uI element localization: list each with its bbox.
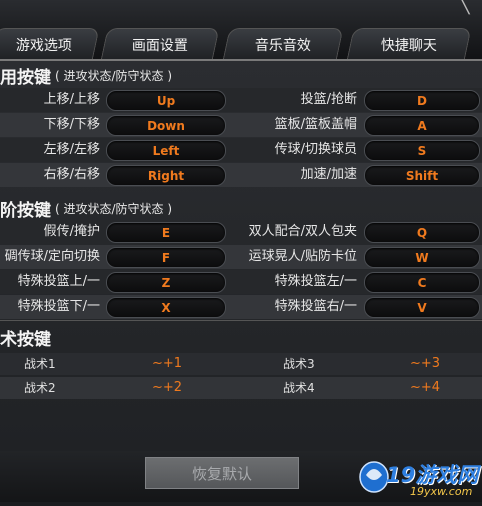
- tactic-right-key[interactable]: ~+3: [410, 353, 440, 375]
- left-action-label: 上移/上移: [43, 92, 100, 107]
- left-action-label: 特殊投篮下/一: [17, 299, 100, 314]
- left-key-binding-button[interactable]: Up: [106, 90, 226, 111]
- tactic-left-label: 战术2: [24, 381, 56, 395]
- right-action-label: 篮板/篮板盖帽: [274, 117, 357, 132]
- section-tactics-heading: 术按键: [0, 329, 51, 350]
- left-action-label: 特殊投篮上/一: [17, 274, 100, 289]
- tactic-right-label: 战术3: [283, 357, 315, 371]
- tab-graphics-label: 画面设置: [131, 38, 188, 54]
- right-key-binding-button[interactable]: Shift: [364, 165, 480, 186]
- tab-music-sound[interactable]: 音乐音效: [222, 28, 344, 61]
- left-key-binding-button[interactable]: Right: [106, 165, 226, 186]
- keybind-row: 特殊投篮上/一 Z 特殊投篮左/一 C: [0, 270, 482, 294]
- right-action-label: 运球晃人/贴防卡位: [248, 249, 357, 264]
- left-key-binding-button[interactable]: X: [106, 297, 226, 318]
- tactic-right-key[interactable]: ~+4: [410, 377, 440, 399]
- section-divider: [0, 320, 482, 321]
- section-common-heading: 用按键: [0, 67, 51, 88]
- right-key-binding-button[interactable]: A: [364, 115, 480, 136]
- section-common-subtitle: ( 进攻状态/防守状态 ): [55, 68, 173, 83]
- section-title-advanced: 阶按键 ( 进攻状态/防守状态 ): [0, 196, 173, 221]
- tab-music-label: 音乐音效: [254, 38, 311, 54]
- left-key-binding-button[interactable]: E: [106, 222, 226, 243]
- right-action-label: 特殊投篮左/一: [274, 274, 357, 289]
- keybind-row: 下移/下移 Down 篮板/篮板盖帽 A: [0, 113, 482, 137]
- tab-graphics-settings[interactable]: 画面设置: [100, 28, 220, 61]
- left-key-binding-button[interactable]: Left: [106, 140, 226, 161]
- watermark-domain: 19yxw.com: [410, 485, 473, 498]
- tab-game-options-label: 游戏选项: [15, 38, 72, 54]
- left-key-binding-button[interactable]: Down: [106, 115, 226, 136]
- close-icon[interactable]: ╲: [452, 0, 476, 15]
- left-key-binding-button[interactable]: F: [106, 247, 226, 268]
- right-action-label: 投篮/抢断: [300, 92, 357, 107]
- section-title-tactics: 术按键: [0, 325, 51, 350]
- right-action-label: 加速/加速: [300, 167, 357, 182]
- left-key-binding-button[interactable]: Z: [106, 272, 226, 293]
- right-key-binding-button[interactable]: Q: [364, 222, 480, 243]
- left-action-label: 碉传球/定向切换: [4, 249, 100, 264]
- section-advanced-subtitle: ( 进攻状态/防守状态 ): [55, 201, 173, 216]
- tactic-left-key[interactable]: ~+1: [152, 353, 182, 375]
- right-key-binding-button[interactable]: S: [364, 140, 480, 161]
- tactic-right-label: 战术4: [283, 381, 315, 395]
- left-action-label: 下移/下移: [43, 117, 100, 132]
- right-key-binding-button[interactable]: C: [364, 272, 480, 293]
- tactic-row: 战术2 ~+2 战术4 ~+4: [0, 377, 482, 399]
- watermark-logo: 19游戏网 19yxw.com: [358, 455, 482, 502]
- right-action-label: 特殊投篮右/一: [274, 299, 357, 314]
- restore-defaults-label: 恢复默认: [191, 464, 252, 483]
- keybind-row: 特殊投篮下/一 X 特殊投篮右/一 V: [0, 295, 482, 319]
- right-action-label: 双人配合/双人包夹: [248, 224, 357, 239]
- keybind-row: 左移/左移 Left 传球/切换球员 S: [0, 138, 482, 162]
- right-key-binding-button[interactable]: D: [364, 90, 480, 111]
- right-key-binding-button[interactable]: V: [364, 297, 480, 318]
- section-advanced-heading: 阶按键: [0, 200, 51, 221]
- restore-defaults-button[interactable]: 恢复默认: [145, 457, 299, 489]
- keybind-row: 碉传球/定向切换 F 运球晃人/贴防卡位 W: [0, 245, 482, 269]
- left-action-label: 假传/掩护: [43, 224, 100, 239]
- right-action-label: 传球/切换球员: [274, 142, 357, 157]
- tactic-left-key[interactable]: ~+2: [152, 377, 182, 399]
- keybind-row: 上移/上移 Up 投篮/抢断 D: [0, 88, 482, 112]
- left-action-label: 右移/右移: [43, 167, 100, 182]
- right-key-binding-button[interactable]: W: [364, 247, 480, 268]
- tab-chat-label: 快捷聊天: [380, 38, 437, 54]
- tab-quick-chat[interactable]: 快捷聊天: [346, 28, 472, 61]
- tab-game-options[interactable]: 游戏选项: [0, 28, 100, 61]
- tactic-row: 战术1 ~+1 战术3 ~+3: [0, 353, 482, 375]
- keybind-row: 右移/右移 Right 加速/加速 Shift: [0, 163, 482, 187]
- keybind-row: 假传/掩护 E 双人配合/双人包夹 Q: [0, 220, 482, 244]
- section-title-common: 用按键 ( 进攻状态/防守状态 ): [0, 63, 173, 88]
- left-action-label: 左移/左移: [43, 142, 100, 157]
- tactic-left-label: 战术1: [24, 357, 56, 371]
